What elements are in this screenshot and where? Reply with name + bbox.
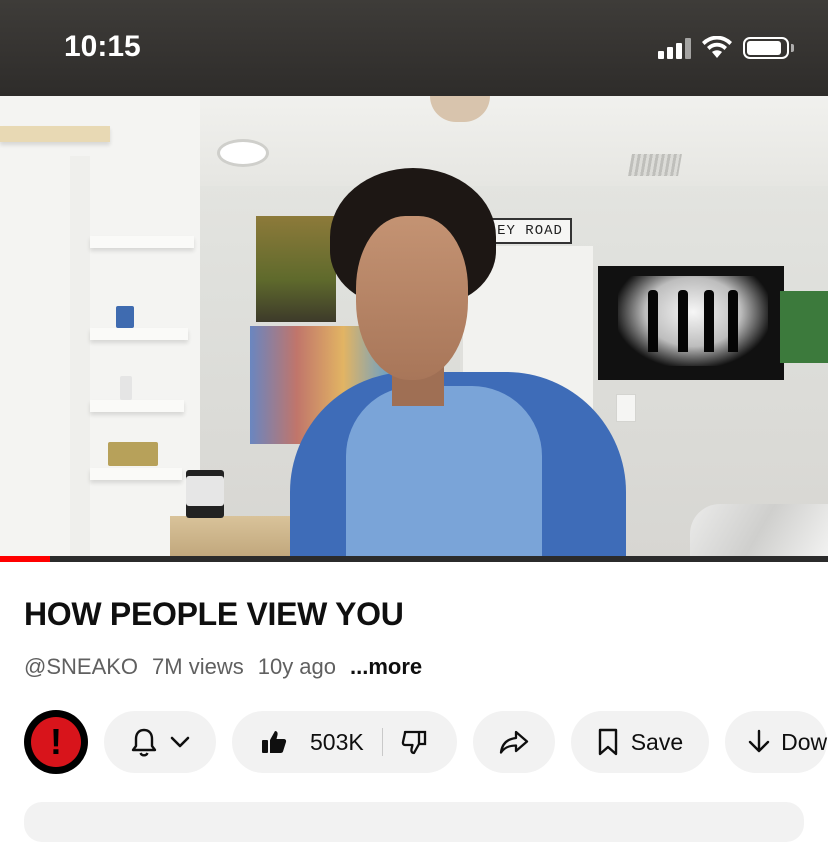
like-count: 503K bbox=[310, 728, 364, 755]
cellular-signal-icon bbox=[658, 37, 691, 59]
action-bar: ! 503K Save Dow bbox=[24, 710, 828, 774]
video-details-panel: HOW PEOPLE VIEW YOU @SNEAKO 7M views 10y… bbox=[0, 562, 828, 842]
download-icon bbox=[748, 729, 770, 753]
status-icons bbox=[658, 36, 794, 60]
download-label: Dow bbox=[781, 728, 828, 755]
video-metadata[interactable]: @SNEAKO 7M views 10y ago ...more bbox=[24, 654, 422, 680]
save-button[interactable]: Save bbox=[570, 711, 710, 773]
video-scene-poster bbox=[780, 291, 828, 363]
video-scene-poster bbox=[598, 266, 784, 380]
video-scene-jar bbox=[186, 470, 224, 518]
bell-icon bbox=[131, 728, 157, 757]
chevron-down-icon bbox=[170, 736, 190, 748]
like-dislike-group: 503K bbox=[232, 711, 457, 773]
view-count: 7M views bbox=[152, 654, 244, 679]
status-bar: 10:15 bbox=[0, 0, 828, 96]
save-label: Save bbox=[630, 728, 684, 755]
battery-icon bbox=[743, 37, 794, 59]
download-button[interactable]: Dow bbox=[725, 711, 828, 773]
subscribe-notifications-button[interactable] bbox=[104, 711, 216, 773]
video-scene-blanket bbox=[690, 504, 828, 560]
share-icon bbox=[499, 730, 528, 754]
comments-card[interactable] bbox=[24, 802, 804, 842]
video-scene-vent bbox=[628, 154, 682, 176]
bookmark-icon bbox=[598, 728, 617, 756]
video-scene-light bbox=[220, 142, 266, 164]
video-scene-poster bbox=[256, 216, 336, 322]
channel-avatar[interactable]: ! bbox=[24, 710, 88, 774]
channel-handle[interactable]: @SNEAKO bbox=[24, 654, 138, 680]
like-button[interactable]: 503K bbox=[260, 728, 364, 756]
more-link[interactable]: ...more bbox=[350, 654, 422, 680]
video-title[interactable]: HOW PEOPLE VIEW YOU bbox=[24, 596, 404, 633]
thumbs-up-icon bbox=[262, 731, 287, 753]
exclamation-icon: ! bbox=[50, 721, 62, 762]
video-scene-sign: EY ROAD bbox=[488, 218, 572, 244]
thumbs-down-icon[interactable] bbox=[401, 728, 429, 756]
video-player[interactable]: EY ROAD bbox=[0, 96, 828, 560]
video-scene-outlet bbox=[616, 394, 636, 422]
status-time: 10:15 bbox=[64, 30, 141, 63]
video-scene-shelves bbox=[0, 96, 200, 560]
upload-age: 10y ago bbox=[257, 654, 337, 679]
wifi-icon bbox=[702, 36, 732, 58]
share-button[interactable] bbox=[472, 711, 555, 773]
like-divider bbox=[381, 728, 383, 756]
